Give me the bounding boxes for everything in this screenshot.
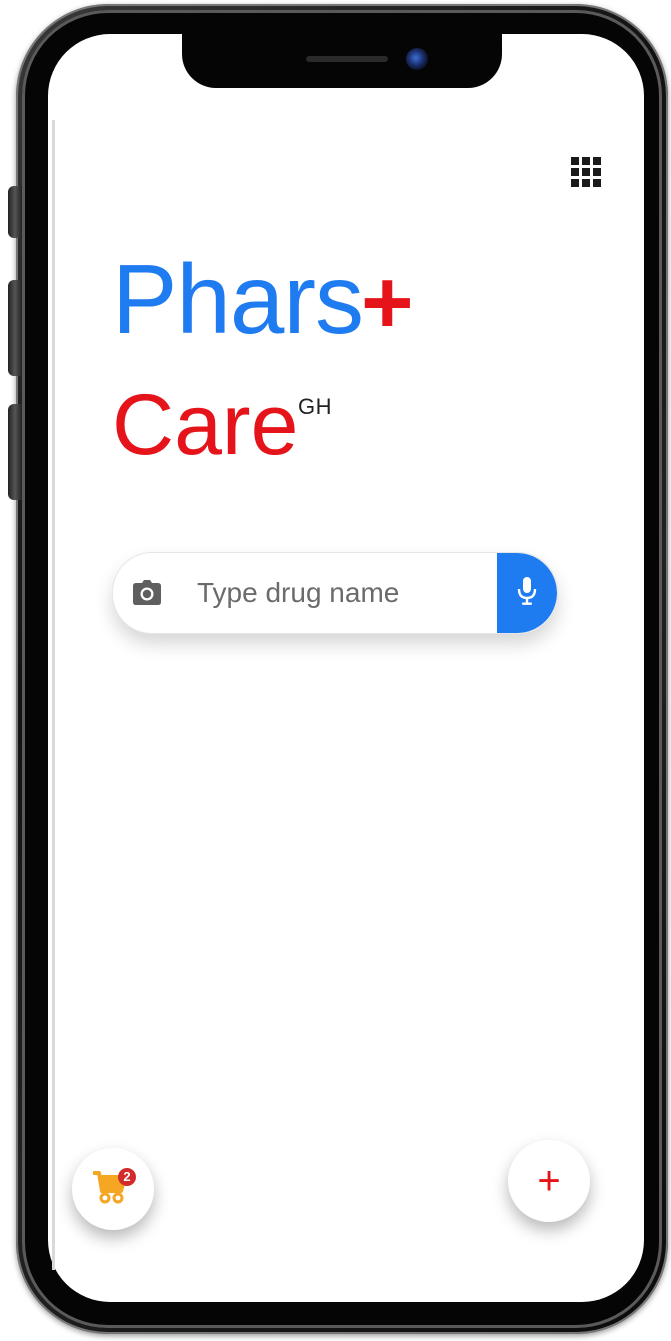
speaker-grille <box>306 56 388 62</box>
brand-plus-sign: + <box>361 253 414 353</box>
brand-superscript: GH <box>298 394 332 419</box>
silent-switch <box>8 186 22 238</box>
cart-button[interactable]: 2 <box>72 1148 154 1230</box>
brand-title: Phars+ <box>112 250 414 348</box>
microphone-icon <box>517 576 537 611</box>
search-input[interactable] <box>197 567 487 619</box>
volume-down-button <box>8 404 22 500</box>
camera-icon[interactable] <box>133 580 161 606</box>
stage: Phars+ Care GH Type drug name 2 + <box>0 0 671 1341</box>
cart-badge: 2 <box>118 1168 136 1186</box>
volume-up-button <box>8 280 22 376</box>
brand-subtitle: Care <box>112 377 299 473</box>
add-button[interactable]: + <box>508 1140 590 1222</box>
front-camera <box>406 48 428 70</box>
phone-screen <box>48 34 644 1302</box>
brand-title-text: Phars <box>112 244 364 354</box>
screen-edge-line <box>52 120 55 1270</box>
search-bar <box>112 552 558 634</box>
apps-grid-icon[interactable] <box>570 156 604 190</box>
plus-icon: + <box>537 1159 561 1203</box>
